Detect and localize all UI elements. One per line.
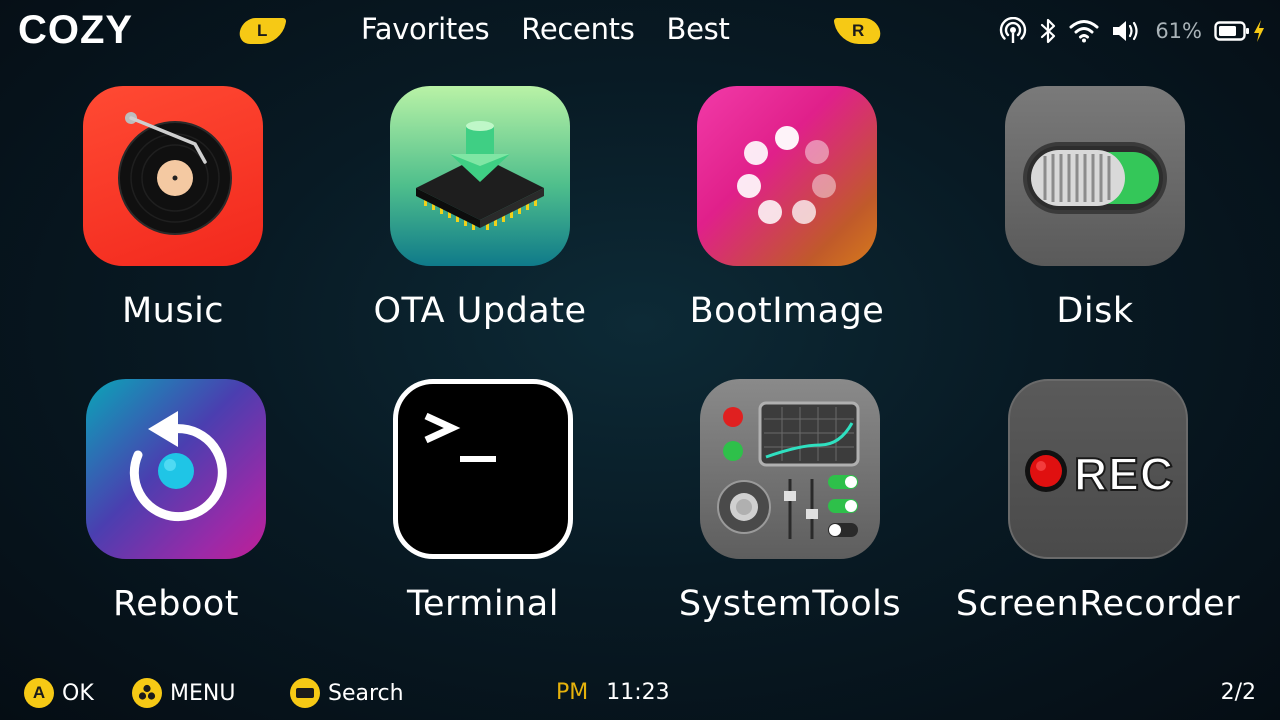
music-icon <box>83 86 263 266</box>
app-tile-terminal[interactable]: Terminal <box>333 379 633 649</box>
app-tile-boot-image[interactable]: BootImage <box>637 86 937 356</box>
menu-button-icon <box>132 678 162 708</box>
app-tile-ota-update[interactable]: OTA Update <box>330 86 630 356</box>
ok-hint[interactable]: A OK <box>24 678 94 708</box>
clock: PM 11:23 <box>556 680 670 705</box>
app-label: BootImage <box>689 291 885 331</box>
app-tile-disk[interactable]: Disk <box>945 86 1245 356</box>
search-hint[interactable]: Search <box>290 678 404 708</box>
bottom-bar: A OK MENU Search PM 11:23 2/2 <box>0 668 1280 720</box>
ok-label: OK <box>62 680 94 706</box>
app-tile-system-tools[interactable]: SystemTools <box>640 379 940 649</box>
app-label: Terminal <box>407 584 559 624</box>
rec-label: REC <box>1073 447 1175 501</box>
app-label: Disk <box>1056 291 1134 331</box>
app-tile-music[interactable]: Music <box>23 86 323 356</box>
ota-update-icon <box>390 86 570 266</box>
app-tile-reboot[interactable]: Reboot <box>26 379 326 649</box>
search-label: Search <box>328 680 404 706</box>
reboot-icon <box>86 379 266 559</box>
menu-hint[interactable]: MENU <box>132 678 235 708</box>
clock-ampm: PM <box>556 680 589 705</box>
boot-image-icon <box>697 86 877 266</box>
app-label: OTA Update <box>373 291 587 331</box>
screen-recorder-icon: REC <box>1008 379 1188 559</box>
app-label: SystemTools <box>678 584 902 624</box>
app-tile-screen-recorder[interactable]: REC ScreenRecorder <box>948 379 1248 649</box>
app-label: Reboot <box>112 584 240 624</box>
app-label: Music <box>121 291 225 331</box>
search-button-icon <box>290 678 320 708</box>
menu-label: MENU <box>170 680 236 706</box>
system-tools-icon <box>700 379 880 559</box>
disk-icon <box>1005 86 1185 266</box>
app-grid: Music OTA Update BootImage Disk Reboot T… <box>0 0 1280 660</box>
clock-time: 11:23 <box>606 680 670 705</box>
a-button-icon: A <box>24 678 54 708</box>
terminal-icon <box>393 379 573 559</box>
app-label: ScreenRecorder <box>955 584 1241 624</box>
page-indicator: 2/2 <box>1220 680 1256 705</box>
